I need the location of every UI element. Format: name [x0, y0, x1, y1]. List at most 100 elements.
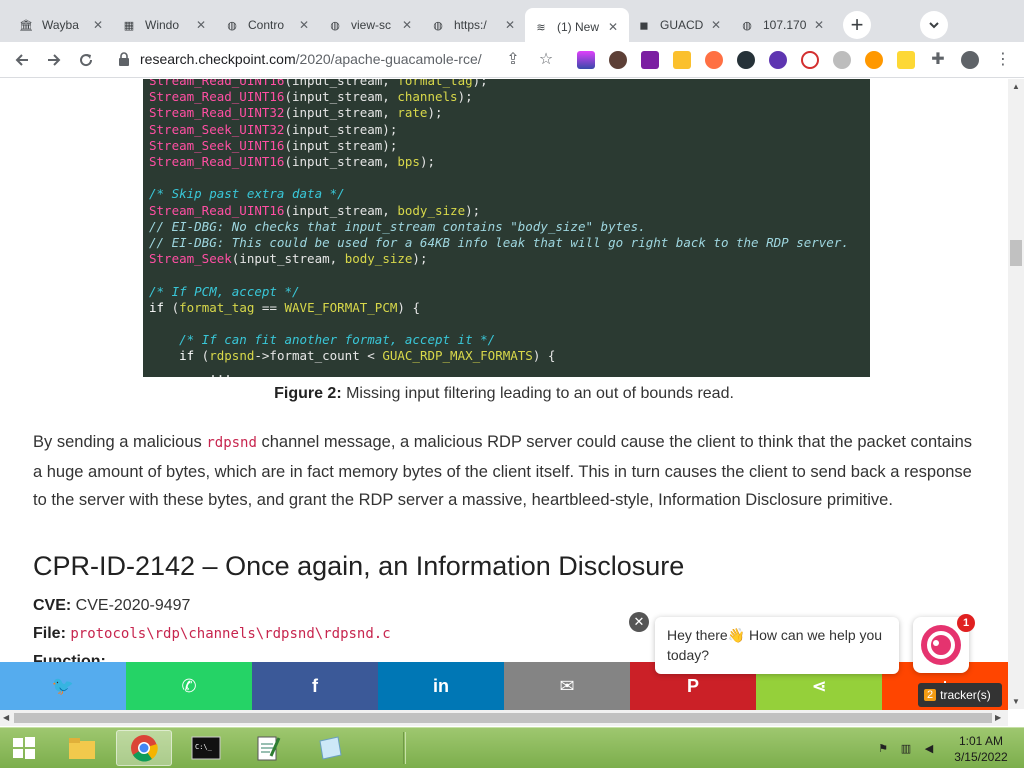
code-token: ) {: [532, 348, 556, 364]
lock-icon[interactable]: [118, 52, 130, 66]
code-line: Stream_Read_UINT32(input_stream, rate);: [149, 105, 443, 121]
extension-icon[interactable]: [865, 51, 883, 69]
volume-tray-icon[interactable]: ◀: [922, 742, 936, 756]
share-twitter-button[interactable]: 🐦: [0, 662, 126, 710]
horizontal-scroll-thumb[interactable]: [14, 713, 992, 723]
code-token: rdpsnd: [209, 348, 255, 364]
waveform-icon: ≋: [536, 21, 546, 34]
extension-icon[interactable]: [577, 51, 595, 69]
terminal-button[interactable]: C:\_: [178, 730, 234, 766]
extension-icon[interactable]: [833, 51, 851, 69]
browser-tab[interactable]: 🏛 Wayba ✕: [10, 8, 114, 42]
close-icon[interactable]: ✕: [296, 17, 312, 33]
code-token: );: [465, 202, 481, 218]
code-token: body_size: [397, 202, 466, 218]
extension-icon[interactable]: [769, 51, 787, 69]
network-tray-icon[interactable]: ▥: [899, 742, 913, 756]
caption-text: Missing input filtering leading to an ou…: [341, 385, 734, 402]
extension-icon[interactable]: [705, 51, 723, 69]
code-line: Stream_Read_UINT16(input_stream, format_…: [149, 79, 488, 89]
code-token: (input_stream);: [284, 137, 398, 153]
extension-icon[interactable]: [641, 51, 659, 69]
tracker-count: 2: [924, 689, 937, 701]
code-block: Stream_Read_UINT16(input_stream, format_…: [143, 79, 870, 377]
close-icon[interactable]: ✕: [90, 17, 106, 33]
flag-tray-icon[interactable]: ⚑: [876, 742, 890, 756]
close-icon[interactable]: ✕: [605, 19, 621, 35]
code-token: Stream_Seek_UINT32: [149, 121, 285, 137]
browser-tab[interactable]: ◍ 107.170 ✕: [731, 8, 835, 42]
page-content: Stream_Read_UINT16(input_stream, format_…: [0, 79, 1008, 709]
close-icon[interactable]: ✕: [708, 17, 724, 33]
chat-close-button[interactable]: ✕: [629, 612, 649, 632]
tab-title: Windo: [145, 18, 180, 32]
scroll-down-icon[interactable]: ▼: [1012, 697, 1020, 706]
code-token: Stream_Read_UINT16: [149, 202, 285, 218]
block-extension-icon[interactable]: [801, 51, 819, 69]
code-token: Stream_Read_UINT16: [149, 89, 285, 105]
start-button[interactable]: [2, 730, 46, 766]
whatsapp-icon: ✆: [181, 675, 197, 696]
share-linkedin-button[interactable]: in: [378, 662, 504, 710]
code-token: (: [164, 299, 180, 315]
extension-icon[interactable]: [897, 51, 915, 69]
sharethis-icon: ⋖: [811, 675, 827, 696]
app-button[interactable]: [302, 730, 358, 766]
extension-icon[interactable]: [737, 51, 755, 69]
arrow-right-icon: [48, 54, 61, 66]
notepad-button[interactable]: [240, 730, 296, 766]
close-icon[interactable]: ✕: [811, 17, 827, 33]
code-line: Stream_Seek_UINT16(input_stream);: [149, 138, 397, 154]
arrow-left-icon: [15, 54, 28, 66]
chrome-button[interactable]: [116, 730, 172, 766]
globe-icon: ◍: [330, 19, 340, 32]
reload-button[interactable]: [72, 46, 100, 74]
address-bar[interactable]: research.checkpoint.com/2020/apache-guac…: [140, 51, 482, 67]
extension-icon[interactable]: [609, 51, 627, 69]
browser-tab[interactable]: ≋ (1) New ✕: [525, 8, 629, 46]
share-page-icon[interactable]: ⇪: [503, 49, 523, 69]
code-token: if: [149, 299, 165, 315]
puzzle-icon[interactable]: ✚: [928, 49, 948, 69]
checkpoint-icon: ◼: [639, 19, 649, 32]
scroll-right-icon[interactable]: ▶: [995, 713, 1001, 722]
code-token: (input_stream,: [284, 105, 398, 121]
close-icon[interactable]: ✕: [399, 17, 415, 33]
kebab-menu-icon[interactable]: ⋮: [993, 49, 1013, 69]
figure-caption: Figure 2: Missing input filtering leadin…: [0, 385, 1008, 403]
tab-title: Wayba: [42, 18, 79, 32]
share-email-button[interactable]: ✉: [504, 662, 630, 710]
close-icon[interactable]: ✕: [193, 17, 209, 33]
tracker-badge[interactable]: 2 tracker(s): [918, 683, 1002, 707]
browser-tab[interactable]: ◍ https:/ ✕: [422, 8, 526, 42]
browser-tab[interactable]: ◼ GUACD ✕: [628, 8, 732, 42]
vertical-scroll-thumb[interactable]: [1010, 240, 1022, 266]
code-line: if (format_tag == WAVE_FORMAT_PCM) {: [149, 300, 420, 316]
browser-tab[interactable]: ◍ view-sc ✕: [319, 8, 423, 42]
profile-avatar[interactable]: [961, 51, 979, 69]
clock-date: 3/15/2022: [954, 750, 1008, 764]
tab-search-button[interactable]: [920, 11, 948, 39]
back-button[interactable]: [8, 46, 36, 74]
code-token: ) {: [397, 299, 420, 315]
forward-button[interactable]: [40, 46, 68, 74]
extension-icon[interactable]: [673, 51, 691, 69]
file-explorer-button[interactable]: [54, 730, 110, 766]
code-line: /* Skip past extra data */: [149, 186, 345, 202]
code-line: Stream_Read_UINT16(input_stream, body_si…: [149, 203, 480, 219]
code-token: Stream_Seek: [149, 251, 232, 267]
scroll-left-icon[interactable]: ◀: [3, 713, 9, 722]
scroll-up-icon[interactable]: ▲: [1012, 82, 1020, 91]
close-icon[interactable]: ✕: [502, 17, 518, 33]
new-tab-button[interactable]: +: [843, 11, 871, 39]
code-token: Stream_Read_UINT16: [149, 79, 285, 88]
browser-tab[interactable]: ◍ Contro ✕: [216, 8, 320, 42]
share-facebook-button[interactable]: f: [252, 662, 378, 710]
browser-tab[interactable]: ▦ Windo ✕: [113, 8, 217, 42]
code-token: ->format_count <: [254, 348, 383, 364]
system-clock[interactable]: 1:01 AM 3/15/2022: [948, 733, 1014, 765]
vertical-scrollbar[interactable]: [1008, 79, 1024, 709]
chat-message[interactable]: Hey there👋 How can we help you today?: [655, 617, 899, 674]
share-whatsapp-button[interactable]: ✆: [126, 662, 252, 710]
bookmark-star-icon[interactable]: ☆: [536, 49, 556, 69]
